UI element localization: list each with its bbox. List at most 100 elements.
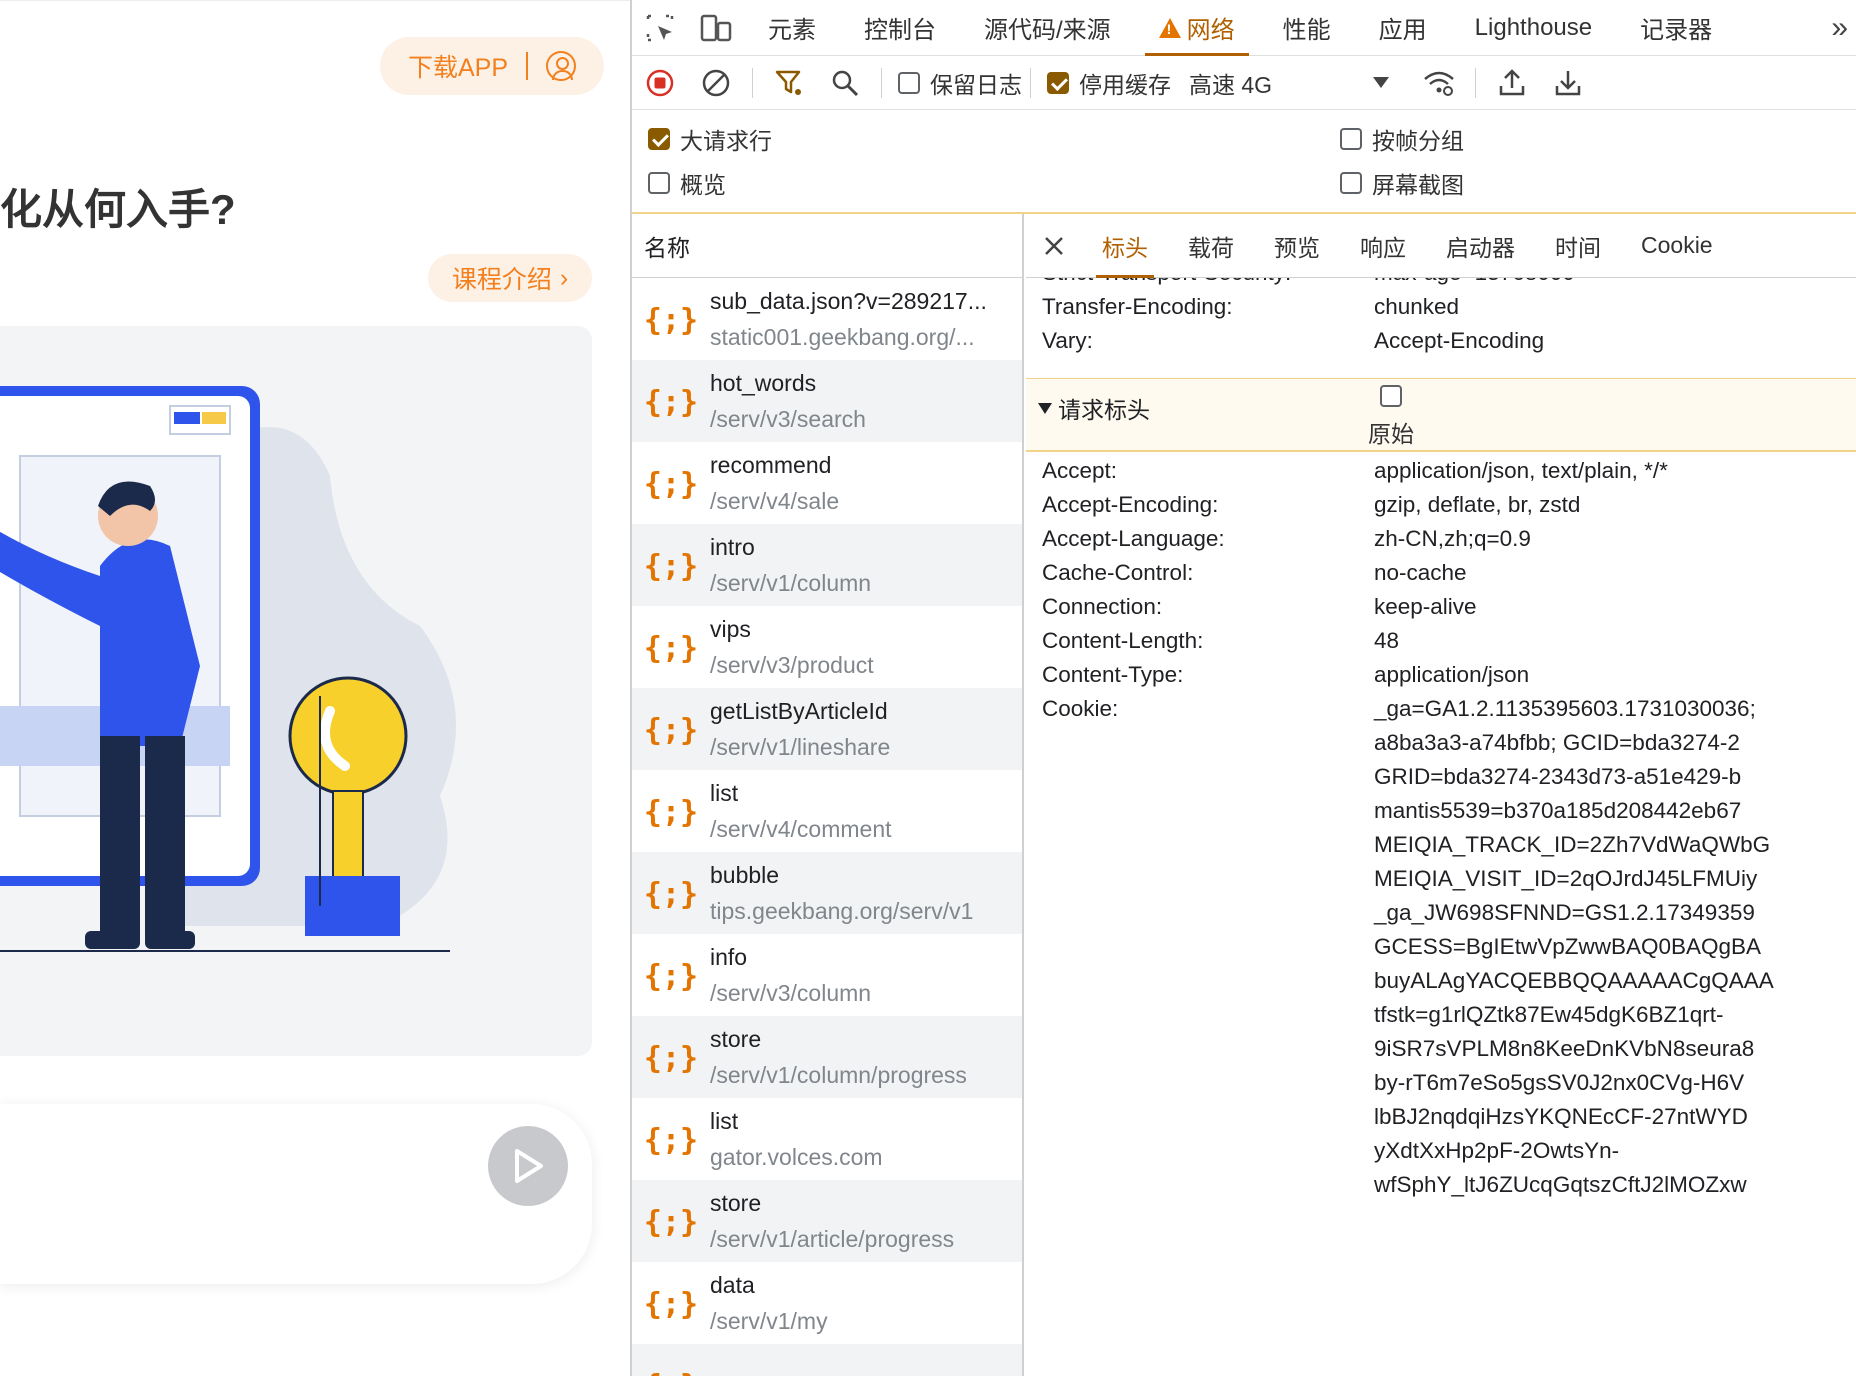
json-file-icon: {;}	[644, 620, 698, 674]
clear-icon[interactable]	[688, 55, 744, 111]
expand-triangle-icon	[1038, 402, 1052, 414]
overview-label: 概览	[680, 172, 726, 198]
request-text: sub_data.json?v=289217... static001.geekb…	[710, 283, 1020, 355]
cookie-value-line: buyALAgYACQEBBQQAAAAACgQAAA	[1026, 964, 1856, 998]
search-icon[interactable]	[817, 55, 873, 111]
course-intro-button[interactable]: 课程介绍 ›	[428, 254, 592, 302]
request-row[interactable]: {;} store/serv/v1/column/progress	[632, 1016, 1022, 1098]
screenshots-checkbox[interactable]: 屏幕截图	[1340, 166, 1464, 200]
tab-recorder[interactable]: 记录器	[1616, 0, 1736, 56]
user-icon[interactable]	[546, 51, 577, 81]
overview-box[interactable]	[648, 172, 670, 194]
play-button[interactable]	[488, 1126, 568, 1206]
request-row[interactable]: {;} list/serv/v4/comment	[632, 770, 1022, 852]
tab-response[interactable]: 响应	[1340, 214, 1426, 278]
request-text: store/serv/v1/column/progress	[710, 1021, 1020, 1093]
cookie-value-text: buyALAgYACQEBBQQAAAAACgQAAA	[1374, 968, 1774, 993]
raw-headers-toggle[interactable]: 原始	[1326, 385, 1456, 449]
screenshots-box[interactable]	[1340, 172, 1362, 194]
toolbar-divider	[881, 67, 882, 98]
import-har-icon[interactable]	[1484, 55, 1540, 111]
preserve-log-label: 保留日志	[930, 71, 1022, 98]
tab-preview[interactable]: 预览	[1254, 214, 1340, 278]
big-request-rows-box[interactable]	[648, 128, 670, 150]
inspect-element-icon[interactable]	[632, 0, 688, 56]
json-file-icon: {;}	[644, 538, 698, 592]
cookie-value-text: MEIQIA_VISIT_ID=2qOJrdJ45LFMUiy	[1374, 866, 1758, 891]
group-by-frame-box[interactable]	[1340, 128, 1362, 150]
raw-headers-label: 原始	[1368, 421, 1414, 447]
disable-cache-checkbox[interactable]: 停用缓存	[1047, 66, 1171, 100]
tab-performance[interactable]: 性能	[1259, 0, 1355, 56]
tab-initiator[interactable]: 启动器	[1426, 214, 1535, 278]
request-path: /serv/v1/my	[710, 1308, 828, 1334]
preserve-log-box[interactable]	[898, 71, 920, 94]
request-headers-section[interactable]: 请求标头 原始	[1026, 378, 1856, 452]
filter-icon[interactable]	[761, 55, 817, 111]
close-icon[interactable]	[1026, 214, 1082, 278]
header-key: Content-Type:	[1042, 662, 1184, 687]
request-row[interactable]: {;} hot_words/serv/v3/search	[632, 360, 1022, 442]
header-value: application/json, text/plain, */*	[1374, 458, 1668, 483]
name-column-header[interactable]: 名称	[632, 214, 1022, 278]
tab-application[interactable]: 应用	[1355, 0, 1451, 56]
stop-recording-icon[interactable]	[632, 55, 688, 111]
request-row[interactable]: {;} data/serv/v1/my	[632, 1262, 1022, 1344]
request-name: store	[710, 1190, 762, 1216]
request-name: store	[710, 1026, 762, 1052]
devtools-tab-bar: 元素 控制台 源代码/来源 网络 性能 应用 Lighthouse 记录器 »	[632, 0, 1856, 56]
network-toolbar: 保留日志 停用缓存 高速 4G	[632, 56, 1856, 110]
svg-text:{;}: {;}	[646, 631, 696, 666]
network-conditions-icon[interactable]	[1411, 55, 1467, 111]
tab-timing[interactable]: 时间	[1535, 214, 1621, 278]
request-headers-title[interactable]: 请求标头	[1038, 391, 1150, 425]
throttling-select[interactable]: 高速 4G	[1189, 66, 1389, 100]
tab-headers[interactable]: 标头	[1082, 214, 1168, 278]
tab-lighthouse[interactable]: Lighthouse	[1451, 0, 1616, 56]
request-row[interactable]: {;} sub_data.json?v=289217... static001.ge…	[632, 278, 1022, 360]
article-main: 化从何入手? 课程介绍 ›	[0, 126, 630, 1376]
header-value: no-cache	[1374, 560, 1467, 585]
tab-sources[interactable]: 源代码/来源	[960, 0, 1135, 56]
cookie-value-text: mantis5539=b370a185d208442eb67	[1374, 798, 1742, 823]
more-tabs-icon[interactable]: »	[1831, 0, 1848, 56]
person-presenting-illustration	[0, 386, 456, 952]
group-by-frame-checkbox[interactable]: 按帧分组	[1340, 122, 1464, 156]
request-row[interactable]: {;} list gator.volces.com	[632, 1098, 1022, 1180]
throttling-value: 高速 4G	[1189, 71, 1273, 98]
request-row[interactable]: {;} vips/serv/v3/product	[632, 606, 1022, 688]
request-header-row: Accept: application/json, text/plain, */*	[1026, 454, 1856, 488]
request-row[interactable]: {;} bubble tips.geekbang.org/serv/v1	[632, 852, 1022, 934]
tab-elements[interactable]: 元素	[744, 0, 840, 56]
svg-text:{;}: {;}	[646, 1369, 696, 1376]
tab-cookies[interactable]: Cookie	[1621, 214, 1733, 278]
disable-cache-box[interactable]	[1047, 71, 1069, 94]
tab-payload[interactable]: 载荷	[1168, 214, 1254, 278]
svg-text:{;}: {;}	[646, 1287, 696, 1322]
request-row[interactable]: {;} getListByArticleId/serv/v1/lineshare	[632, 688, 1022, 770]
tab-network-label: 网络	[1186, 17, 1235, 44]
device-toolbar-icon[interactable]	[688, 0, 744, 56]
course-intro-label: 课程介绍	[451, 266, 552, 294]
overview-checkbox[interactable]: 概览	[648, 166, 726, 200]
tab-network[interactable]: 网络	[1135, 0, 1259, 56]
request-row[interactable]: {;} recommend/serv/v4/sale	[632, 442, 1022, 524]
raw-headers-box[interactable]	[1380, 385, 1402, 407]
tab-console[interactable]: 控制台	[840, 0, 960, 56]
request-row[interactable]: {;} article	[632, 1344, 1022, 1376]
header-key: Connection:	[1042, 594, 1163, 619]
download-app-button[interactable]: 下载APP	[380, 37, 604, 95]
request-text: article	[710, 1367, 1020, 1376]
header-value: _ga=GA1.2.1135395603.1731030036;	[1374, 696, 1756, 721]
request-row[interactable]: {;} info/serv/v3/column	[632, 934, 1022, 1016]
header-value: chunked	[1374, 294, 1460, 319]
request-name: recommend	[710, 452, 832, 478]
request-row[interactable]: {;} store/serv/v1/article/progress	[632, 1180, 1022, 1262]
export-har-icon[interactable]	[1540, 55, 1596, 111]
big-request-rows-checkbox[interactable]: 大请求行	[648, 122, 772, 156]
request-row[interactable]: {;} intro/serv/v1/column	[632, 524, 1022, 606]
group-by-frame-label: 按帧分组	[1372, 128, 1464, 154]
request-text: list gator.volces.com	[710, 1103, 1020, 1175]
request-text: list/serv/v4/comment	[710, 775, 1020, 847]
preserve-log-checkbox[interactable]: 保留日志	[898, 66, 1022, 100]
